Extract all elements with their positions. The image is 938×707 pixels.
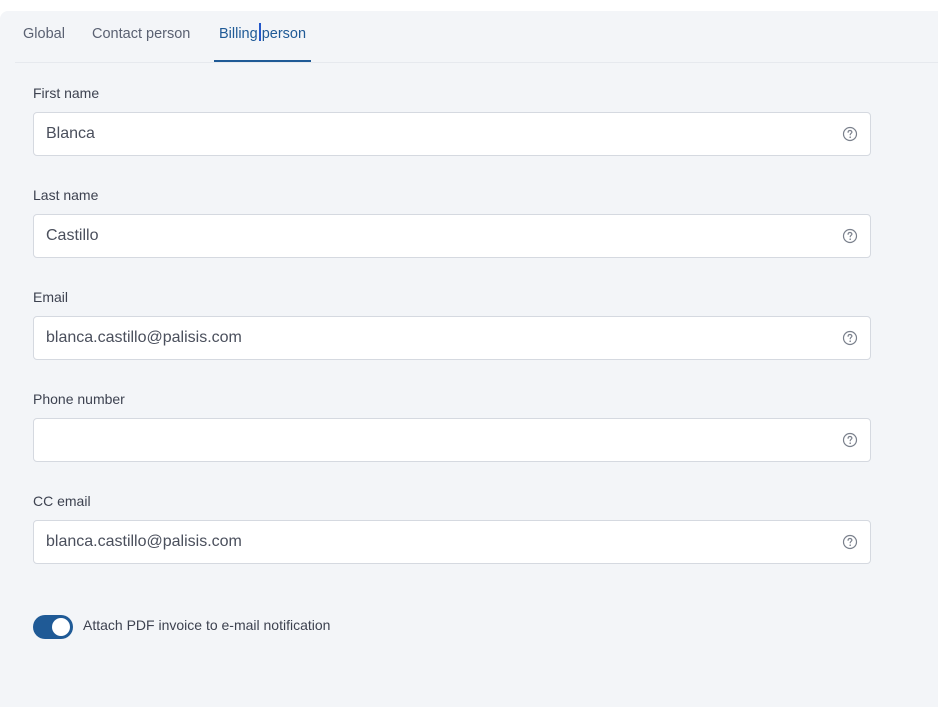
last-name-input[interactable] [46,215,826,257]
tab-billing-person[interactable]: Billing person [213,11,312,62]
question-circle-icon[interactable] [842,330,858,346]
tab-global[interactable]: Global [23,11,65,61]
billing-form-panel: Global Contact person Billing person Firs… [0,11,938,707]
cc-email-field[interactable] [33,520,871,564]
text-cursor [258,23,261,41]
question-circle-icon[interactable] [842,534,858,550]
first-name-field[interactable] [33,112,871,156]
tab-global-label: Global [23,26,65,42]
phone-number-label: Phone number [33,391,125,407]
phone-number-field[interactable] [33,418,871,462]
tab-bar: Global Contact person Billing person [15,11,938,63]
tab-billing-person-label-part2: person [261,26,307,42]
email-label: Email [33,289,69,305]
last-name-label: Last name [33,187,99,203]
attach-pdf-toggle[interactable] [33,615,73,639]
email-input[interactable] [46,317,826,359]
tab-contact-person[interactable]: Contact person [92,11,190,61]
tab-billing-person-label-part1: Billing [219,26,258,42]
email-field[interactable] [33,316,871,360]
question-circle-icon[interactable] [842,126,858,142]
tab-contact-person-label: Contact person [92,26,191,42]
last-name-field[interactable] [33,214,871,258]
cc-email-label: CC email [33,493,91,509]
phone-number-input[interactable] [46,419,826,461]
first-name-input[interactable] [46,113,826,155]
toggle-knob [52,618,70,636]
first-name-label: First name [33,85,100,101]
attach-pdf-toggle-label[interactable]: Attach PDF invoice to e-mail notificatio… [83,617,330,633]
question-circle-icon[interactable] [842,432,858,448]
cc-email-input[interactable] [46,521,826,563]
question-circle-icon[interactable] [842,228,858,244]
